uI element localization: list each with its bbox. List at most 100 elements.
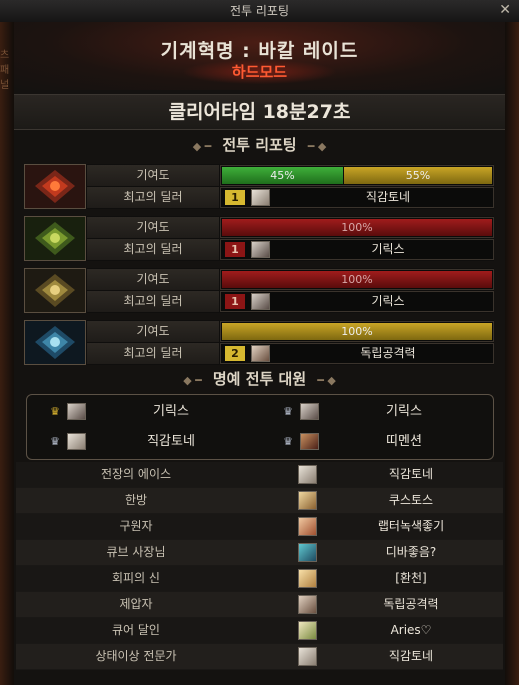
- avatar: [298, 595, 317, 614]
- party-report-3: 기여도 100% 최고의 딜러 1 기릭스: [24, 268, 494, 313]
- award-winner: 디바좋음?: [385, 545, 437, 559]
- avatar: [67, 403, 86, 420]
- contribution-segment: 45%: [222, 167, 343, 184]
- award-winner: 직감토네: [388, 649, 434, 663]
- best-dealer-value: 1 기릭스: [220, 291, 494, 312]
- honor-member-name: 직감토네: [147, 434, 195, 449]
- honor-member-name: 기릭스: [386, 404, 422, 419]
- best-dealer-label: 최고의 딜러: [87, 187, 219, 208]
- avatar: [67, 433, 86, 450]
- contribution-label: 기여도: [87, 165, 219, 186]
- raid-name: 기계혁명 : 바칼 레이드: [160, 40, 359, 62]
- avatar: [251, 241, 270, 258]
- report-section-title: 전투 리포팅: [222, 136, 297, 154]
- award-title: 제압자: [119, 597, 153, 611]
- party-emblem-icon: [24, 320, 86, 365]
- left-border: 츠패널: [0, 22, 14, 685]
- contribution-segment: 55%: [344, 167, 492, 184]
- clear-time: 클리어타임 18분27초: [168, 101, 351, 123]
- avatar: [298, 465, 317, 484]
- raid-header: 기계혁명 : 바칼 레이드 하드모드: [14, 22, 505, 90]
- rank-badge: 1: [225, 242, 245, 257]
- crown-gold-icon: ♛: [50, 405, 60, 418]
- honor-member-name: 기릭스: [153, 404, 189, 419]
- rank-badge: 1: [225, 190, 245, 205]
- honor-member: ♛ 기릭스: [27, 397, 259, 427]
- awards-list: 전장의 에이스 직감토네 한방 쿠스토스 구원자 랩터녹색좋기 큐브 사장님 디…: [16, 462, 503, 670]
- report-section-header: ◆ ━ 전투 리포팅 ━ ◆: [14, 132, 505, 158]
- honor-member: ♛ 직감토네: [27, 427, 259, 457]
- honor-member-name: 띠멘션: [386, 434, 422, 449]
- award-winner: 독립공격력: [383, 597, 439, 611]
- award-title: 큐브 사장님: [106, 545, 166, 559]
- contribution-row: 기여도 100%: [87, 217, 494, 238]
- award-row: 큐어 달인 Aries♡: [16, 618, 503, 644]
- contribution-bar: 100%: [220, 321, 494, 342]
- diamond-ornament-icon: ━ ◆: [307, 140, 327, 153]
- avatar: [298, 491, 317, 510]
- award-winner: Aries♡: [390, 623, 432, 637]
- award-row: 회피의 신 [환천]: [16, 566, 503, 592]
- close-icon[interactable]: ✕: [499, 2, 511, 18]
- award-title: 구원자: [119, 519, 153, 533]
- party-emblem-icon: [24, 268, 86, 313]
- award-row: 구원자 랩터녹색좋기: [16, 514, 503, 540]
- award-title: 회피의 신: [112, 571, 160, 585]
- difficulty-mode: 하드모드: [184, 60, 335, 84]
- battle-report-window: 전투 리포팅 ✕ 츠패널 기계혁명 : 바칼 레이드 하드모드 클리어타임 18…: [0, 0, 519, 685]
- best-dealer-value: 1 기릭스: [220, 239, 494, 260]
- honor-section-header: ◆ ━ 명예 전투 대원 ━ ◆: [14, 366, 505, 392]
- best-dealer-row: 최고의 딜러 1 기릭스: [87, 239, 494, 260]
- award-title: 상태이상 전문가: [95, 649, 177, 663]
- avatar: [251, 293, 270, 310]
- honor-section-title: 명예 전투 대원: [212, 370, 307, 388]
- avatar: [298, 569, 317, 588]
- dealer-name: 독립공격력: [360, 346, 416, 360]
- avatar: [298, 517, 317, 536]
- avatar: [300, 403, 319, 420]
- contribution-row: 기여도 45% 55%: [87, 165, 494, 186]
- contribution-segment: 100%: [222, 219, 492, 236]
- rank-badge: 1: [225, 294, 245, 309]
- dealer-name: 기릭스: [371, 242, 405, 256]
- award-winner: 랩터녹색좋기: [377, 519, 445, 533]
- best-dealer-label: 최고의 딜러: [87, 239, 219, 260]
- right-border: [505, 22, 519, 685]
- contribution-segment: 100%: [222, 323, 492, 340]
- crown-silver-icon: ♛: [283, 405, 293, 418]
- crown-silver-icon: ♛: [50, 435, 60, 448]
- award-title: 한방: [124, 493, 148, 507]
- honor-member: ♛ 띠멘션: [260, 427, 492, 457]
- dealer-name: 직감토네: [365, 190, 411, 204]
- window-title: 전투 리포팅: [229, 4, 289, 18]
- award-row: 상태이상 전문가 직감토네: [16, 644, 503, 670]
- party-emblem-icon: [24, 164, 86, 209]
- party-emblem-icon: [24, 216, 86, 261]
- contribution-bar: 100%: [220, 269, 494, 290]
- contribution-segment: 100%: [222, 271, 492, 288]
- avatar: [298, 647, 317, 666]
- best-dealer-label: 최고의 딜러: [87, 343, 219, 364]
- award-title: 큐어 달인: [112, 623, 160, 637]
- avatar: [251, 189, 270, 206]
- side-text: 츠패널: [0, 50, 10, 91]
- party-report-4: 기여도 100% 최고의 딜러 2 독립공격력: [24, 320, 494, 365]
- contribution-label: 기여도: [87, 217, 219, 238]
- contribution-label: 기여도: [87, 321, 219, 342]
- rank-badge: 2: [225, 346, 245, 361]
- diamond-ornament-icon: ◆ ━: [192, 140, 212, 153]
- clear-time-bar: 클리어타임 18분27초: [14, 94, 505, 130]
- best-dealer-row: 최고의 딜러 1 직감토네: [87, 187, 494, 208]
- contribution-row: 기여도 100%: [87, 269, 494, 290]
- contribution-bar: 100%: [220, 217, 494, 238]
- diamond-ornament-icon: ━ ◆: [317, 374, 336, 387]
- best-dealer-label: 최고의 딜러: [87, 291, 219, 312]
- honor-members-box: ♛ 기릭스 ♛ 기릭스 ♛ 직감토네 ♛ 띠멘션: [26, 394, 494, 460]
- best-dealer-value: 1 직감토네: [220, 187, 494, 208]
- contribution-label: 기여도: [87, 269, 219, 290]
- award-row: 제압자 독립공격력: [16, 592, 503, 618]
- contribution-bar: 45% 55%: [220, 165, 494, 186]
- title-bar: 전투 리포팅 ✕: [0, 0, 519, 23]
- award-winner: 직감토네: [388, 467, 434, 481]
- award-winner: 쿠스토스: [388, 493, 434, 507]
